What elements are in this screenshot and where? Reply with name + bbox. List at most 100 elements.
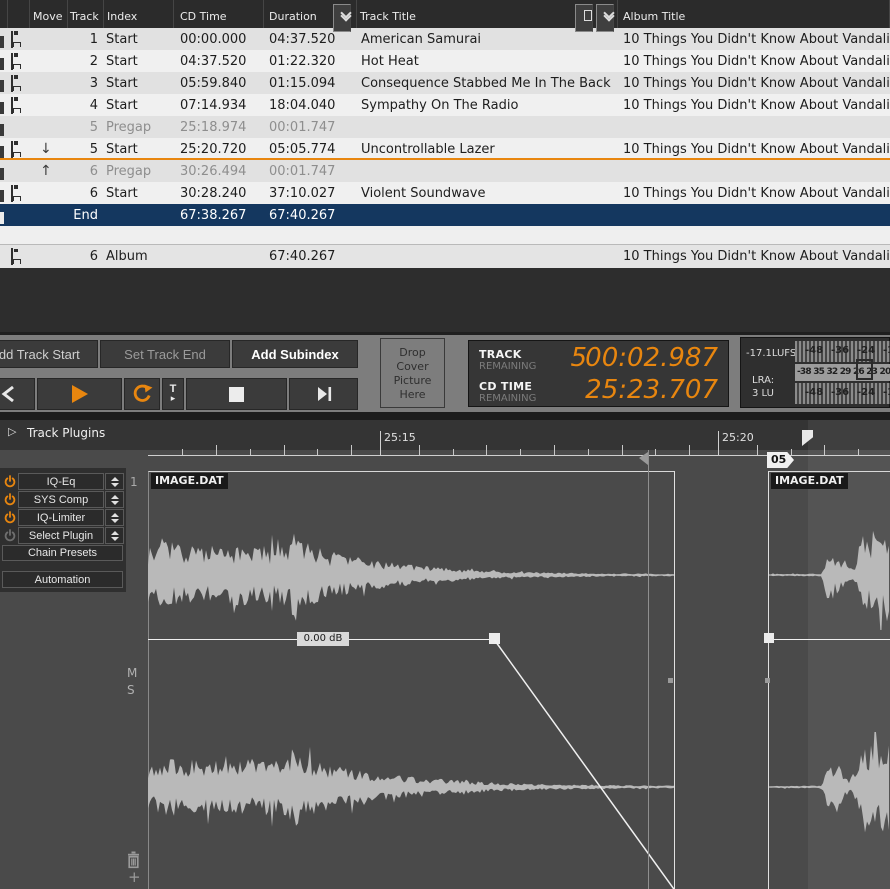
play-button[interactable] [37,378,122,410]
envelope-node[interactable] [668,678,673,683]
header-edge-col [0,0,8,28]
envelope-gain-label: 0.00 dB [297,632,349,646]
clip2-envelope-handle[interactable] [764,633,774,643]
delete-track-icon[interactable] [126,851,141,869]
album-row[interactable]: 6 Album 67:40.267 10 Things You Didn't K… [0,245,890,268]
mute-button[interactable]: M [127,666,137,680]
cue-row-1[interactable]: 1 Start 00:00.000 04:37.520 American Samurai… [0,28,890,50]
envelope-handle[interactable] [489,633,500,644]
album-title: 10 Things You Didn't Know About Vandalis [623,31,890,47]
collapse-duration-icon[interactable] [333,4,352,32]
cue-row-7[interactable]: ↑ 6 Pregap 30:26.494 00:01.747 [0,160,890,182]
cue-row-8[interactable]: 6 Start 30:28.240 37:10.027 Violent Soundwav… [0,182,890,204]
save-icon [11,74,13,92]
next-icon [317,387,331,401]
cd-time: 05:59.840 [180,75,247,91]
plugin-spinner[interactable] [105,509,124,526]
track-number: 4 [89,97,98,113]
editor-header: ▷ Track Plugins 25:15 25:20 [0,420,890,456]
cue-row-2[interactable]: 2 Start 04:37.520 01:22.320 Hot Heat 10 Thing… [0,50,890,72]
cd-time: 25:20.720 [180,141,247,157]
cursor-marker-icon [639,452,648,465]
index-type: Start [106,75,138,91]
clip2-filename: IMAGE.DAT [771,473,848,489]
cue-row-5[interactable]: 5 Pregap 25:18.974 00:01.747 [0,116,890,138]
track-number: 6 [89,163,98,179]
automation-button[interactable]: Automation [2,571,123,588]
disclosure-triangle-icon[interactable]: ▷ [8,425,16,438]
save-icon [11,248,13,265]
plugin-slot-4: Select Plugin [0,527,126,544]
clip2-envelope-line[interactable] [769,638,890,640]
column-header-album-title[interactable]: Album Title [618,0,890,28]
lufs-value: -17.1LUFS [746,348,797,359]
waveform-left-channel [148,533,674,621]
index-type: Pregap [106,119,152,135]
album-track-number: 6 [89,249,98,264]
end-cd-time: 67:38.267 [180,207,247,223]
add-track-icon[interactable]: + [128,868,141,886]
duration: 37:10.027 [269,185,336,201]
column-header-move[interactable]: Move [30,0,68,28]
power-icon[interactable] [2,491,17,508]
ruler-time-label: 25:20 [722,431,754,444]
power-icon[interactable] [2,509,17,526]
column-header-cd-time[interactable]: CD Time [174,0,264,28]
track-number: 3 [89,75,98,91]
drop-cover-picture-zone[interactable]: Drop Cover Picture Here [380,338,445,408]
info-icon [0,35,4,48]
cue-row-3[interactable]: 3 Start 05:59.840 01:15.094 Consequence Stab… [0,72,890,94]
collapse-title-icon[interactable] [596,4,615,32]
plugin-slot-3: IQ-Limiter [0,509,126,526]
cue-sheet-header: Move Track Index CD Time Duration Track … [0,0,890,32]
page-icon[interactable] [575,4,593,32]
duration: 18:04.040 [269,97,336,113]
plugin-slot-2: SYS Comp [0,491,126,508]
add-subindex-button[interactable]: Add Subindex [232,340,358,368]
power-icon[interactable] [2,473,17,490]
add-track-start-button[interactable]: Add Track Start [0,340,98,368]
next-track-button[interactable] [289,378,358,410]
set-track-end-button[interactable]: Set Track End [100,340,230,368]
plugin-slot-1: IQ-Eq [0,473,126,490]
plugin-rack: IQ-Eq SYS Comp IQ-Limiter Select Plugin … [0,468,126,592]
column-header-index[interactable]: Index [104,0,174,28]
plugin-spinner[interactable] [105,527,124,544]
level-meter-top: -48 -36 -24 -12 [795,341,890,362]
power-icon[interactable] [2,527,17,544]
chain-presets-button[interactable]: Chain Presets [2,545,123,561]
plugin-button-iq-eq[interactable]: IQ-Eq [18,473,104,490]
lra-value: 3 LU [752,388,774,399]
plugin-button-sys-comp[interactable]: SYS Comp [18,491,104,508]
column-header-track[interactable]: Track [68,0,104,28]
waveform-right-channel [148,746,674,827]
duration: 01:15.094 [269,75,336,91]
envelope-node[interactable] [765,678,770,683]
track-number: 5 [89,119,98,135]
select-plugin-button[interactable]: Select Plugin [18,527,104,544]
album-title: 10 Things You Didn't Know About Vandalis [623,185,890,201]
plugin-button-iq-limiter[interactable]: IQ-Limiter [18,509,104,526]
cue-sheet-spacer [0,226,890,245]
marker-to-cursor-button[interactable]: T ▸ [162,378,184,410]
loop-button[interactable] [124,378,160,410]
info-icon [0,167,4,180]
solo-button[interactable]: S [127,683,135,697]
cue-row-6[interactable]: ↓ 5 Start 25:20.720 05:05.774 Uncontrollable … [0,138,890,160]
save-icon [11,30,13,48]
info-icon [0,123,4,136]
cd-time: 00:00.000 [180,31,247,47]
plugin-spinner[interactable] [105,491,124,508]
stop-button[interactable] [186,378,287,410]
plugin-spinner[interactable] [105,473,124,490]
previous-track-button[interactable] [0,378,35,410]
track-title: Uncontrollable Lazer [361,141,495,157]
previous-icon [1,385,14,403]
end-duration: 67:40.267 [269,207,336,223]
cue-row-4[interactable]: 4 Start 07:14.934 18:04.040 Sympathy On The … [0,94,890,116]
album-title: 10 Things You Didn't Know About Vandalis [623,97,890,113]
end-row[interactable]: End 67:38.267 67:40.267 [0,204,890,226]
playback-cursor[interactable] [648,450,649,889]
index-type: Start [106,53,138,69]
loudness-meter-panel: -17.1LUFS LRA: 3 LU -48 -36 -24 -12 -38 … [740,337,890,408]
